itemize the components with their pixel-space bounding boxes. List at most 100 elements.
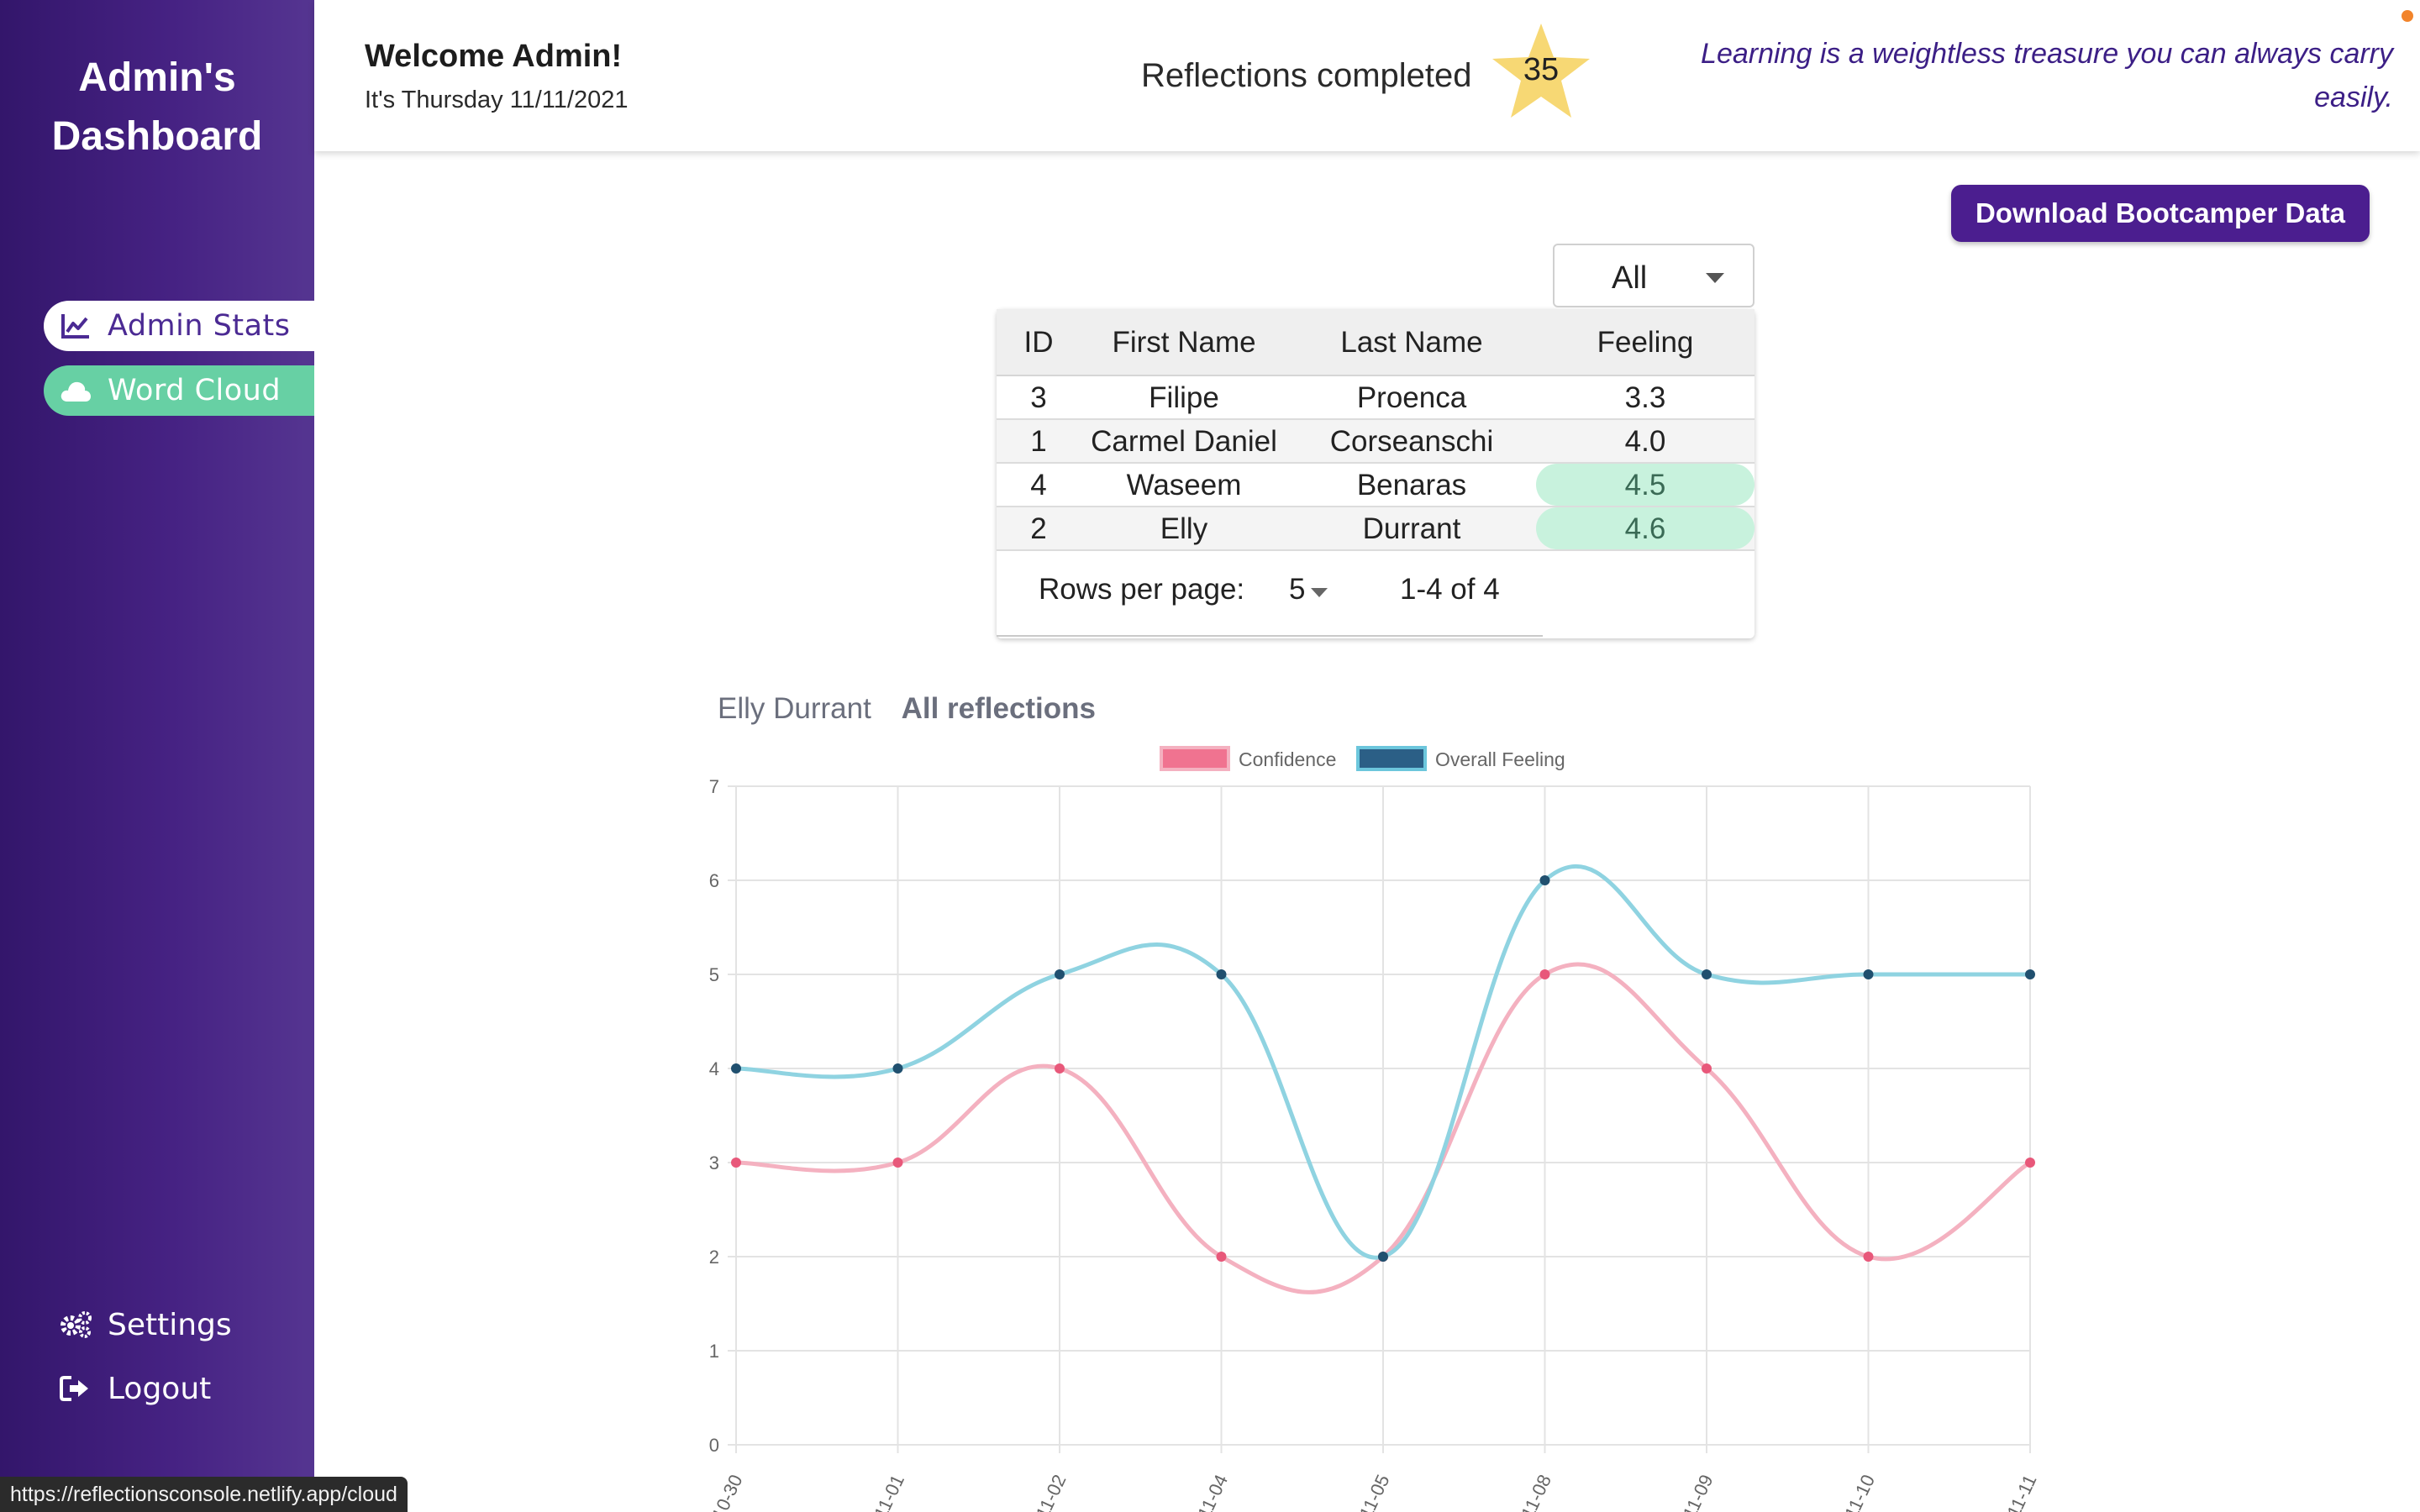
data-point	[2025, 969, 2035, 979]
data-point	[1863, 969, 1874, 979]
reflections-label: Reflections completed	[1141, 57, 1472, 94]
x-tick-label: 11-05	[1355, 1472, 1394, 1512]
legend-label: Overall Feeling	[1435, 748, 1565, 770]
cell-feeling: 3.3	[1624, 381, 1666, 414]
date-text: It's Thursday 11/11/2021	[365, 87, 629, 113]
cell-id: 2	[1030, 512, 1047, 545]
data-point	[1055, 1063, 1065, 1074]
data-point	[892, 1158, 903, 1168]
sidebar-item-settings[interactable]: Settings	[59, 1304, 232, 1346]
data-point	[1216, 969, 1227, 979]
rows-per-page-label: Rows per page:	[1039, 573, 1245, 606]
column-header-last-name[interactable]: Last Name	[1287, 326, 1536, 360]
table-row[interactable]: 2 Elly Durrant 4.6	[997, 507, 1754, 551]
data-point	[1216, 1252, 1227, 1262]
reflections-line-chart: 0 1 2 3 4 5 6 7 10-30 11-01 11-02 11-04 11-05 11-08 11…	[708, 746, 2041, 1512]
cell-last-name: Benaras	[1356, 469, 1467, 501]
y-tick-label: 6	[709, 870, 719, 891]
status-bar-url: https://reflectionsconsole.netlify.app/c…	[0, 1477, 408, 1512]
y-tick-label: 1	[709, 1341, 719, 1362]
cell-first-name: Filipe	[1149, 381, 1219, 414]
cell-id: 3	[1030, 381, 1047, 414]
data-point	[731, 1063, 741, 1074]
download-bootcamper-data-button[interactable]: Download Bootcamper Data	[1951, 185, 2370, 242]
pagination-range: 1-4 of 4	[1400, 573, 1500, 606]
x-tick-label: 11-09	[1679, 1472, 1718, 1512]
table-row[interactable]: 3 Filipe Proenca 3.3	[997, 376, 1754, 420]
reflections-count-badge: 35	[1489, 22, 1593, 121]
sidebar-item-label: Word Cloud	[108, 374, 281, 407]
data-point	[892, 1063, 903, 1074]
notification-dot	[2402, 10, 2413, 22]
x-tick-label: 11-02	[1032, 1472, 1071, 1512]
brand-line-1: Admin's	[78, 55, 236, 100]
cell-feeling: 4.5	[1624, 469, 1666, 501]
table-header: ID First Name Last Name Feeling	[997, 309, 1754, 376]
sign-out-icon	[59, 1372, 92, 1405]
data-point	[731, 1158, 741, 1168]
table-pagination: Rows per page: 5 1-4 of 4	[997, 553, 1754, 637]
y-tick-label: 7	[709, 776, 719, 797]
y-tick-label: 2	[709, 1247, 719, 1268]
cell-first-name: Waseem	[1126, 469, 1242, 501]
x-tick-label: 11-08	[1517, 1472, 1555, 1512]
motivational-quote: Learning is a weightless treasure you ca…	[1701, 38, 2393, 113]
tab-bootcamper-name[interactable]: Elly Durrant	[718, 692, 871, 725]
column-header-first-name[interactable]: First Name	[1081, 326, 1287, 360]
brand-title: Admin's Dashboard	[0, 49, 314, 166]
sidebar-item-logout[interactable]: Logout	[59, 1368, 211, 1410]
data-point	[1702, 969, 1712, 979]
data-point	[1055, 969, 1065, 979]
cell-last-name: Durrant	[1362, 512, 1461, 545]
chevron-down-icon	[1706, 273, 1724, 283]
gears-icon	[59, 1308, 92, 1341]
x-tick-label: 11-01	[870, 1472, 908, 1512]
y-tick-label: 3	[709, 1152, 719, 1173]
filter-selected-value: All	[1612, 260, 1648, 296]
cloud-icon	[59, 374, 92, 407]
y-tick-label: 5	[709, 964, 719, 985]
chart-tabs: Elly Durrant All reflections	[718, 692, 1118, 726]
cell-feeling: 4.0	[1624, 425, 1666, 458]
divider	[997, 635, 1543, 637]
chevron-down-icon[interactable]	[1311, 588, 1328, 597]
cell-first-name: Carmel Daniel	[1091, 425, 1277, 458]
cell-id: 1	[1030, 425, 1047, 458]
reflections-count: 35	[1523, 52, 1560, 87]
cell-last-name: Proenca	[1356, 381, 1467, 414]
legend-swatch	[1160, 746, 1230, 771]
brand-line-2: Dashboard	[51, 114, 263, 159]
data-point	[1702, 1063, 1712, 1074]
legend-label: Confidence	[1239, 748, 1336, 770]
welcome-title: Welcome Admin!	[365, 39, 623, 74]
table-row[interactable]: 1 Carmel Daniel Corseanschi 4.0	[997, 420, 1754, 464]
x-tick-label: 11-10	[1840, 1472, 1879, 1512]
data-point	[2025, 1158, 2035, 1168]
sidebar: Admin's Dashboard Admin Stats Word Cloud	[0, 0, 314, 1512]
x-tick-label: 11-11	[2002, 1472, 2040, 1512]
sidebar-item-admin-stats[interactable]: Admin Stats	[44, 301, 314, 351]
cell-feeling: 4.6	[1624, 512, 1666, 545]
cell-last-name: Corseanschi	[1329, 425, 1494, 458]
y-tick-label: 4	[709, 1058, 719, 1079]
sidebar-item-label: Settings	[108, 1307, 232, 1342]
chart-line-icon	[59, 309, 92, 343]
x-tick-label: 10-30	[708, 1472, 746, 1512]
top-header: Welcome Admin! It's Thursday 11/11/2021 …	[314, 0, 2420, 151]
bootcamper-table: ID First Name Last Name Feeling 3 Filipe…	[997, 309, 1754, 638]
data-point	[1539, 969, 1550, 979]
table-row[interactable]: 4 Waseem Benaras 4.5	[997, 464, 1754, 507]
legend-swatch	[1356, 746, 1427, 771]
column-header-feeling[interactable]: Feeling	[1536, 326, 1754, 360]
data-point	[1863, 1252, 1874, 1262]
cell-id: 4	[1030, 469, 1047, 501]
rows-per-page-select[interactable]: 5	[1289, 573, 1305, 606]
x-tick-label: 11-04	[1193, 1472, 1232, 1512]
filter-select[interactable]: All	[1553, 244, 1754, 307]
sidebar-item-word-cloud[interactable]: Word Cloud	[44, 365, 314, 416]
sidebar-item-label: Admin Stats	[108, 309, 291, 343]
data-point	[1539, 875, 1550, 885]
tab-all-reflections[interactable]: All reflections	[902, 692, 1096, 725]
sidebar-item-label: Logout	[108, 1371, 212, 1406]
column-header-id[interactable]: ID	[997, 326, 1081, 360]
